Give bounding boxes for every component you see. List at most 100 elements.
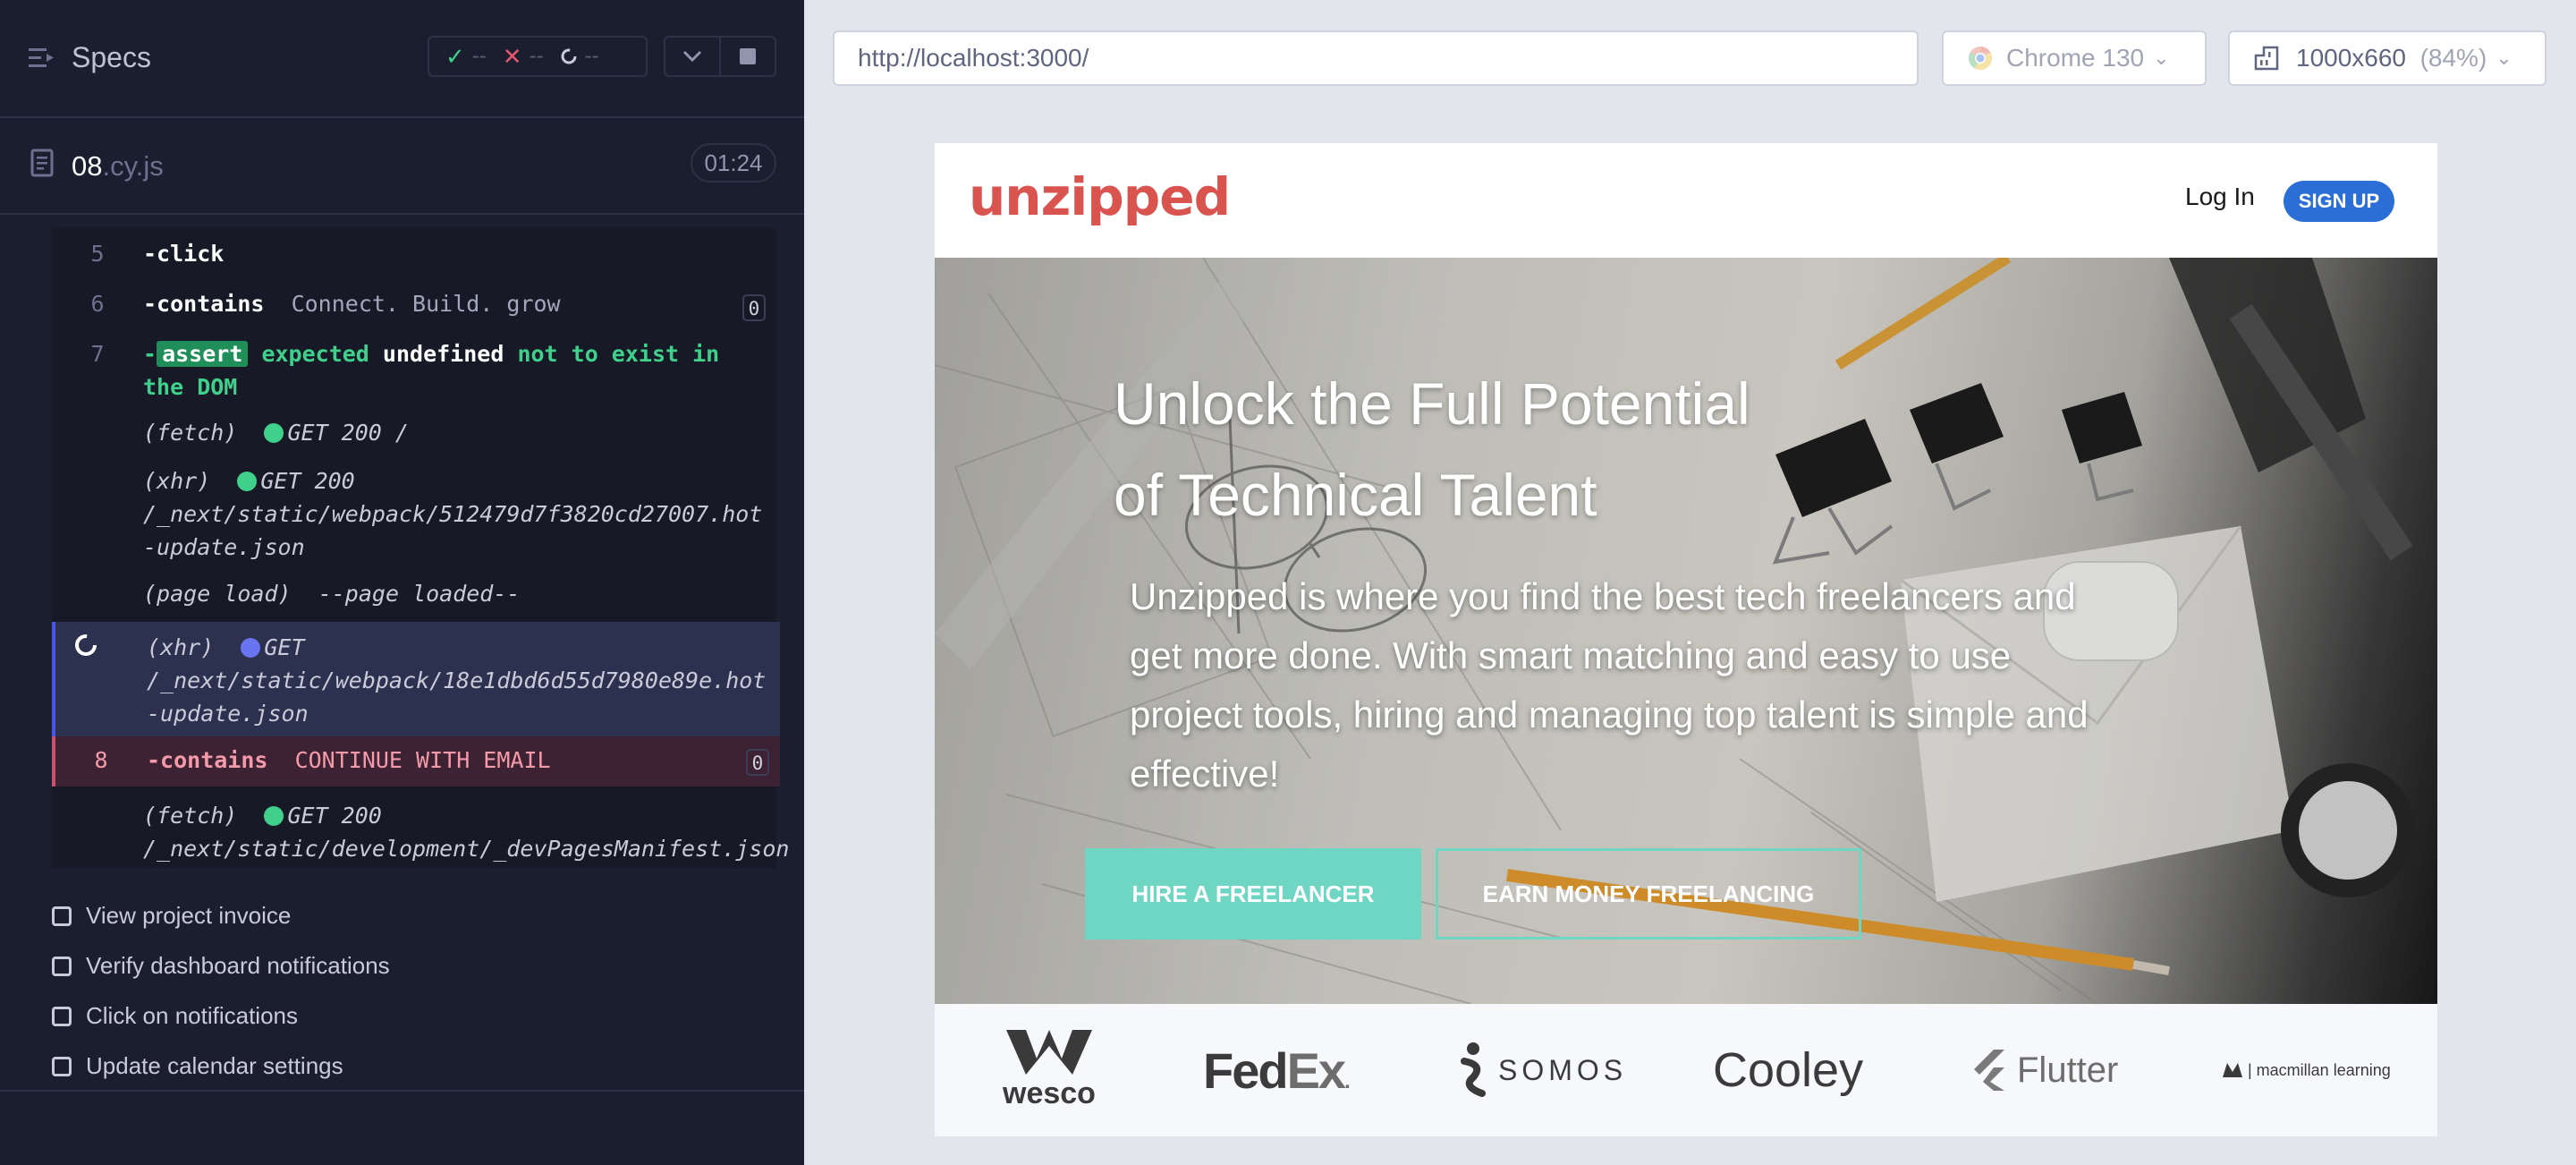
- hero-title-line-1: Unlock the Full Potential: [1114, 370, 1750, 437]
- hero-section: Unlock the Full Potential of Technical T…: [935, 258, 2437, 1004]
- fedex-fed: Fed: [1203, 1042, 1289, 1099]
- stat-failed: ✕ --: [503, 43, 544, 71]
- command-row-assert[interactable]: 7 - assert expected undefined not to exis…: [52, 334, 776, 402]
- assert-subject: undefined: [382, 341, 504, 367]
- success-dot-icon: [237, 472, 258, 491]
- assert-badge: assert: [157, 341, 249, 367]
- flutter-text: Flutter: [2017, 1050, 2119, 1090]
- pending-dot-icon: [241, 638, 261, 658]
- test-title: Update calendar settings: [86, 1052, 343, 1079]
- assert-word: expected: [261, 341, 369, 367]
- aut-iframe: unzipped Log In SIGN UP Unlock the Full …: [935, 143, 2437, 1136]
- network-log-xhr[interactable]: (xhr) GET 200 /_next/static/webpack/5124…: [52, 463, 776, 566]
- hero-title-line-2: of Technical Talent: [1114, 462, 1597, 528]
- command-row-contains[interactable]: 6 -contains Connect. Build. grow 0: [52, 284, 776, 323]
- check-icon: ✓: [445, 42, 465, 70]
- wesco-mark-icon: [1005, 1029, 1092, 1075]
- log-body: (fetch) GET 200 /_next/static/developmen…: [143, 799, 789, 865]
- test-status-icon: [52, 1056, 72, 1076]
- chevron-down-icon: ⌄: [2153, 47, 2170, 69]
- unzipped-logo[interactable]: unzipped: [969, 166, 1231, 227]
- fedex-ex: Ex: [1286, 1042, 1346, 1099]
- element-count-badge: 0: [742, 294, 766, 321]
- stop-button[interactable]: [719, 38, 775, 75]
- macmillan-mark-icon: [2223, 1063, 2242, 1077]
- test-item[interactable]: Verify dashboard notifications: [52, 952, 390, 980]
- element-count-badge: 0: [746, 749, 769, 776]
- x-icon: ✕: [502, 42, 522, 70]
- hire-freelancer-button[interactable]: HIRE A FREELANCER: [1085, 848, 1421, 940]
- command-number: 6: [90, 291, 105, 317]
- command-name: -contains: [143, 291, 265, 317]
- browser-name: Chrome 130: [2006, 44, 2145, 72]
- hero-title: Unlock the Full Potential of Technical T…: [1114, 358, 1919, 540]
- command-body: -contains Connect. Build. grow: [143, 287, 769, 320]
- command-name: -click: [143, 241, 225, 267]
- stop-icon: [740, 48, 756, 64]
- flutter-logo: Flutter: [1970, 1004, 2118, 1136]
- test-item[interactable]: Click on notifications: [52, 1002, 298, 1030]
- chrome-icon: [1968, 46, 1993, 71]
- log-kind: (fetch): [143, 420, 238, 446]
- network-log-fetch[interactable]: (fetch) GET 200 /: [52, 414, 776, 450]
- spec-file-name[interactable]: 08.cy.js: [72, 150, 164, 183]
- wesco-logo: wesco: [1003, 1004, 1096, 1136]
- command-number: 7: [90, 341, 105, 367]
- test-title: View project invoice: [86, 902, 292, 929]
- url-bar[interactable]: http://localhost:3000/: [833, 30, 1919, 86]
- passed-count: --: [471, 44, 487, 68]
- viewport-size: 1000x660: [2296, 44, 2407, 72]
- signup-button[interactable]: SIGN UP: [2284, 181, 2394, 222]
- macmillan-text: | macmillan learning: [2248, 1060, 2391, 1079]
- log-body: (xhr) GET /_next/static/webpack/18e1dbd6…: [147, 631, 773, 730]
- spinner-icon: [75, 634, 97, 656]
- specs-menu-icon[interactable]: [29, 47, 55, 70]
- site-navbar: unzipped Log In SIGN UP: [935, 143, 2437, 258]
- stat-pending: --: [560, 44, 599, 69]
- fedex-logo: Fed Ex.: [1203, 1004, 1351, 1136]
- log-text: --page loaded--: [318, 581, 521, 607]
- test-title: Verify dashboard notifications: [86, 952, 390, 979]
- login-link[interactable]: Log In: [2185, 183, 2255, 211]
- chevron-down-icon: ⌄: [2496, 47, 2512, 69]
- somos-mark-icon: [1461, 1042, 1486, 1097]
- log-kind: (xhr): [143, 468, 211, 494]
- command-row-contains-failed[interactable]: 8 -contains CONTINUE WITH EMAIL 0: [52, 736, 780, 787]
- test-item[interactable]: View project invoice: [52, 902, 291, 930]
- page-load-log[interactable]: (page load) --page loaded--: [52, 575, 776, 611]
- ruler-icon: [2254, 46, 2279, 71]
- stat-passed: ✓ --: [445, 43, 487, 71]
- log-text: GET 200: [287, 803, 382, 829]
- command-row-click[interactable]: 5 -click: [52, 234, 776, 273]
- network-log-xhr-pending[interactable]: (xhr) GET /_next/static/webpack/18e1dbd6…: [52, 622, 780, 736]
- test-item[interactable]: Update calendar settings: [52, 1052, 343, 1080]
- command-body: - assert expected undefined not to exist …: [143, 337, 769, 404]
- log-text: GET 200: [260, 468, 355, 494]
- flutter-mark-icon: [1974, 1050, 2004, 1091]
- chevron-down-icon: [682, 50, 702, 63]
- test-stats: ✓ -- ✕ -- --: [428, 36, 648, 77]
- log-kind: (page load): [143, 581, 292, 607]
- log-kind: (xhr): [147, 634, 215, 660]
- earn-money-freelancing-button[interactable]: EARN MONEY FREELANCING: [1436, 848, 1861, 940]
- spec-file-base: 08: [72, 150, 103, 182]
- specs-title: Specs: [72, 41, 151, 73]
- network-log-fetch-manifest[interactable]: (fetch) GET 200 /_next/static/developmen…: [52, 797, 789, 865]
- command-number: 5: [90, 241, 105, 267]
- log-kind: (fetch): [143, 803, 238, 829]
- macmillan-logo: | macmillan learning: [2223, 1004, 2391, 1136]
- app-under-test-panel: http://localhost:3000/ Chrome 130 ⌄ 1000…: [804, 0, 2576, 1165]
- pending-ring-icon: [561, 48, 577, 64]
- wesco-text: wesco: [1003, 1076, 1096, 1110]
- command-log: 5 -click 6 -contains Connect. Build. gro…: [52, 228, 789, 868]
- log-body: (page load) --page loaded--: [143, 577, 769, 610]
- success-dot-icon: [264, 806, 284, 826]
- spec-file-ext: .cy.js: [102, 150, 164, 182]
- log-text: GET 200 /: [287, 420, 409, 446]
- command-arg: CONTINUE WITH EMAIL: [294, 747, 551, 773]
- client-logos-strip: wesco Fed Ex. SOMOS Cooley Flutter | mac…: [935, 1004, 2437, 1136]
- log-path: /_next/static/webpack/512479d7f3820cd270…: [143, 501, 763, 560]
- collapse-button[interactable]: [665, 38, 719, 75]
- viewport-selector[interactable]: 1000x660 (84%) ⌄: [2228, 30, 2546, 86]
- browser-selector[interactable]: Chrome 130 ⌄: [1942, 30, 2207, 86]
